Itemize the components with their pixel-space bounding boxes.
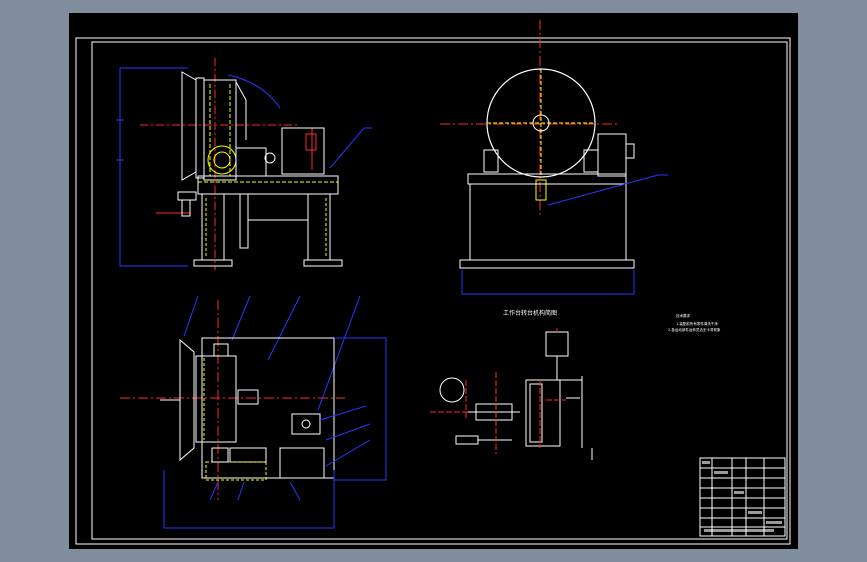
schematic-title: 工作台转台机构简图 <box>503 309 557 317</box>
title-block-text-mark <box>704 529 774 532</box>
title-block-text-mark <box>766 521 782 524</box>
title-block-text-mark <box>702 461 710 464</box>
note-line-2: 2.各运动部件运转灵活无卡滞现象 <box>668 327 721 332</box>
model-space <box>69 13 798 549</box>
cad-viewport[interactable]: 工作台转台机构简图 技术要求 1.装配前所有零件清洗干净 2.各运动部件运转灵活… <box>0 0 867 562</box>
drawing-canvas: 工作台转台机构简图 技术要求 1.装配前所有零件清洗干净 2.各运动部件运转灵活… <box>69 13 798 549</box>
notes-heading: 技术要求 <box>676 313 690 318</box>
note-line-1: 1.装配前所有零件清洗干净 <box>676 321 718 326</box>
title-block-text-mark <box>714 471 728 474</box>
title-block-text-mark <box>748 511 762 514</box>
title-block-text-mark <box>734 491 744 494</box>
